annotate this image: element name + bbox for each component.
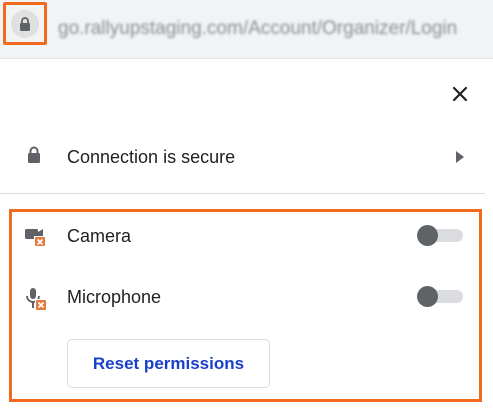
lock-highlight-frame [3, 2, 47, 45]
address-bar: go.rallyupstaging.com/Account/Organizer/… [0, 0, 493, 59]
lock-icon [27, 146, 41, 168]
url-text[interactable]: go.rallyupstaging.com/Account/Organizer/… [58, 18, 488, 40]
camera-blocked-icon [24, 226, 48, 253]
site-info-button[interactable] [11, 10, 39, 38]
connection-security-row[interactable]: Connection is secure [0, 136, 485, 178]
camera-toggle-knob [417, 225, 438, 246]
permission-row-camera: Camera [0, 216, 485, 256]
permission-label-camera: Camera [67, 226, 132, 246]
close-icon[interactable] [449, 83, 471, 105]
microphone-toggle-knob [417, 286, 438, 307]
microphone-blocked-icon [24, 287, 48, 316]
permission-row-microphone: Microphone [0, 277, 485, 317]
microphone-toggle[interactable] [417, 286, 463, 307]
divider [0, 193, 485, 194]
reset-permissions-button[interactable]: Reset permissions [67, 339, 270, 388]
camera-toggle[interactable] [417, 225, 463, 246]
connection-label: Connection is secure [67, 147, 236, 167]
chevron-right-icon [455, 150, 464, 168]
permission-label-microphone: Microphone [67, 287, 162, 307]
lock-icon [20, 17, 30, 31]
